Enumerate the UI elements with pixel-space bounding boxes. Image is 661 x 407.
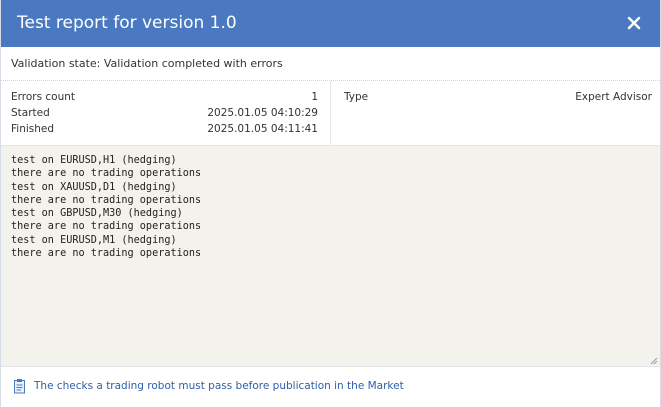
- log-line: there are no trading operations: [11, 248, 202, 260]
- finished-label: Finished: [11, 123, 55, 135]
- document-icon: [13, 378, 27, 394]
- report-info-left: Errors count 1 Started 2025.01.05 04:10:…: [1, 81, 331, 145]
- log-line: test on EURUSD,H1 (hedging): [11, 155, 177, 166]
- type-label: Type: [344, 91, 369, 103]
- started-row: Started 2025.01.05 04:10:29: [11, 107, 318, 123]
- type-value: Expert Advisor: [575, 91, 652, 103]
- log-line: test on XAUUSD,D1 (hedging): [11, 181, 177, 193]
- started-label: Started: [11, 107, 50, 119]
- validation-state-row: Validation state: Validation completed w…: [1, 47, 660, 81]
- dialog-title: Test report for version 1.0: [17, 13, 237, 33]
- finished-value: 2025.01.05 04:11:41: [207, 123, 318, 135]
- errors-count-value: 1: [311, 91, 318, 103]
- started-value: 2025.01.05 04:10:29: [207, 107, 318, 119]
- resize-grip-icon[interactable]: [650, 356, 658, 365]
- validation-state-text: Validation state: Validation completed w…: [11, 57, 283, 70]
- type-row: Type Expert Advisor: [344, 91, 652, 107]
- test-log-textarea[interactable]: test on EURUSD,H1 (hedging) there are no…: [1, 146, 660, 367]
- errors-count-row: Errors count 1: [11, 91, 318, 107]
- log-line: there are no trading operations: [11, 221, 202, 233]
- log-line: test on GBPUSD,M30 (hedging): [11, 208, 183, 220]
- close-icon[interactable]: [624, 13, 644, 33]
- dialog-titlebar: Test report for version 1.0: [1, 0, 660, 47]
- errors-count-label: Errors count: [11, 91, 76, 103]
- report-info-section: Errors count 1 Started 2025.01.05 04:10:…: [1, 81, 660, 146]
- finished-row: Finished 2025.01.05 04:11:41: [11, 123, 318, 139]
- market-checks-link-text[interactable]: The checks a trading robot must pass bef…: [34, 380, 404, 392]
- log-line: test on EURUSD,M1 (hedging): [11, 234, 177, 246]
- log-line: there are no trading operations: [11, 194, 202, 206]
- log-line: there are no trading operations: [11, 168, 202, 180]
- test-report-dialog: Test report for version 1.0 Validation s…: [0, 0, 661, 407]
